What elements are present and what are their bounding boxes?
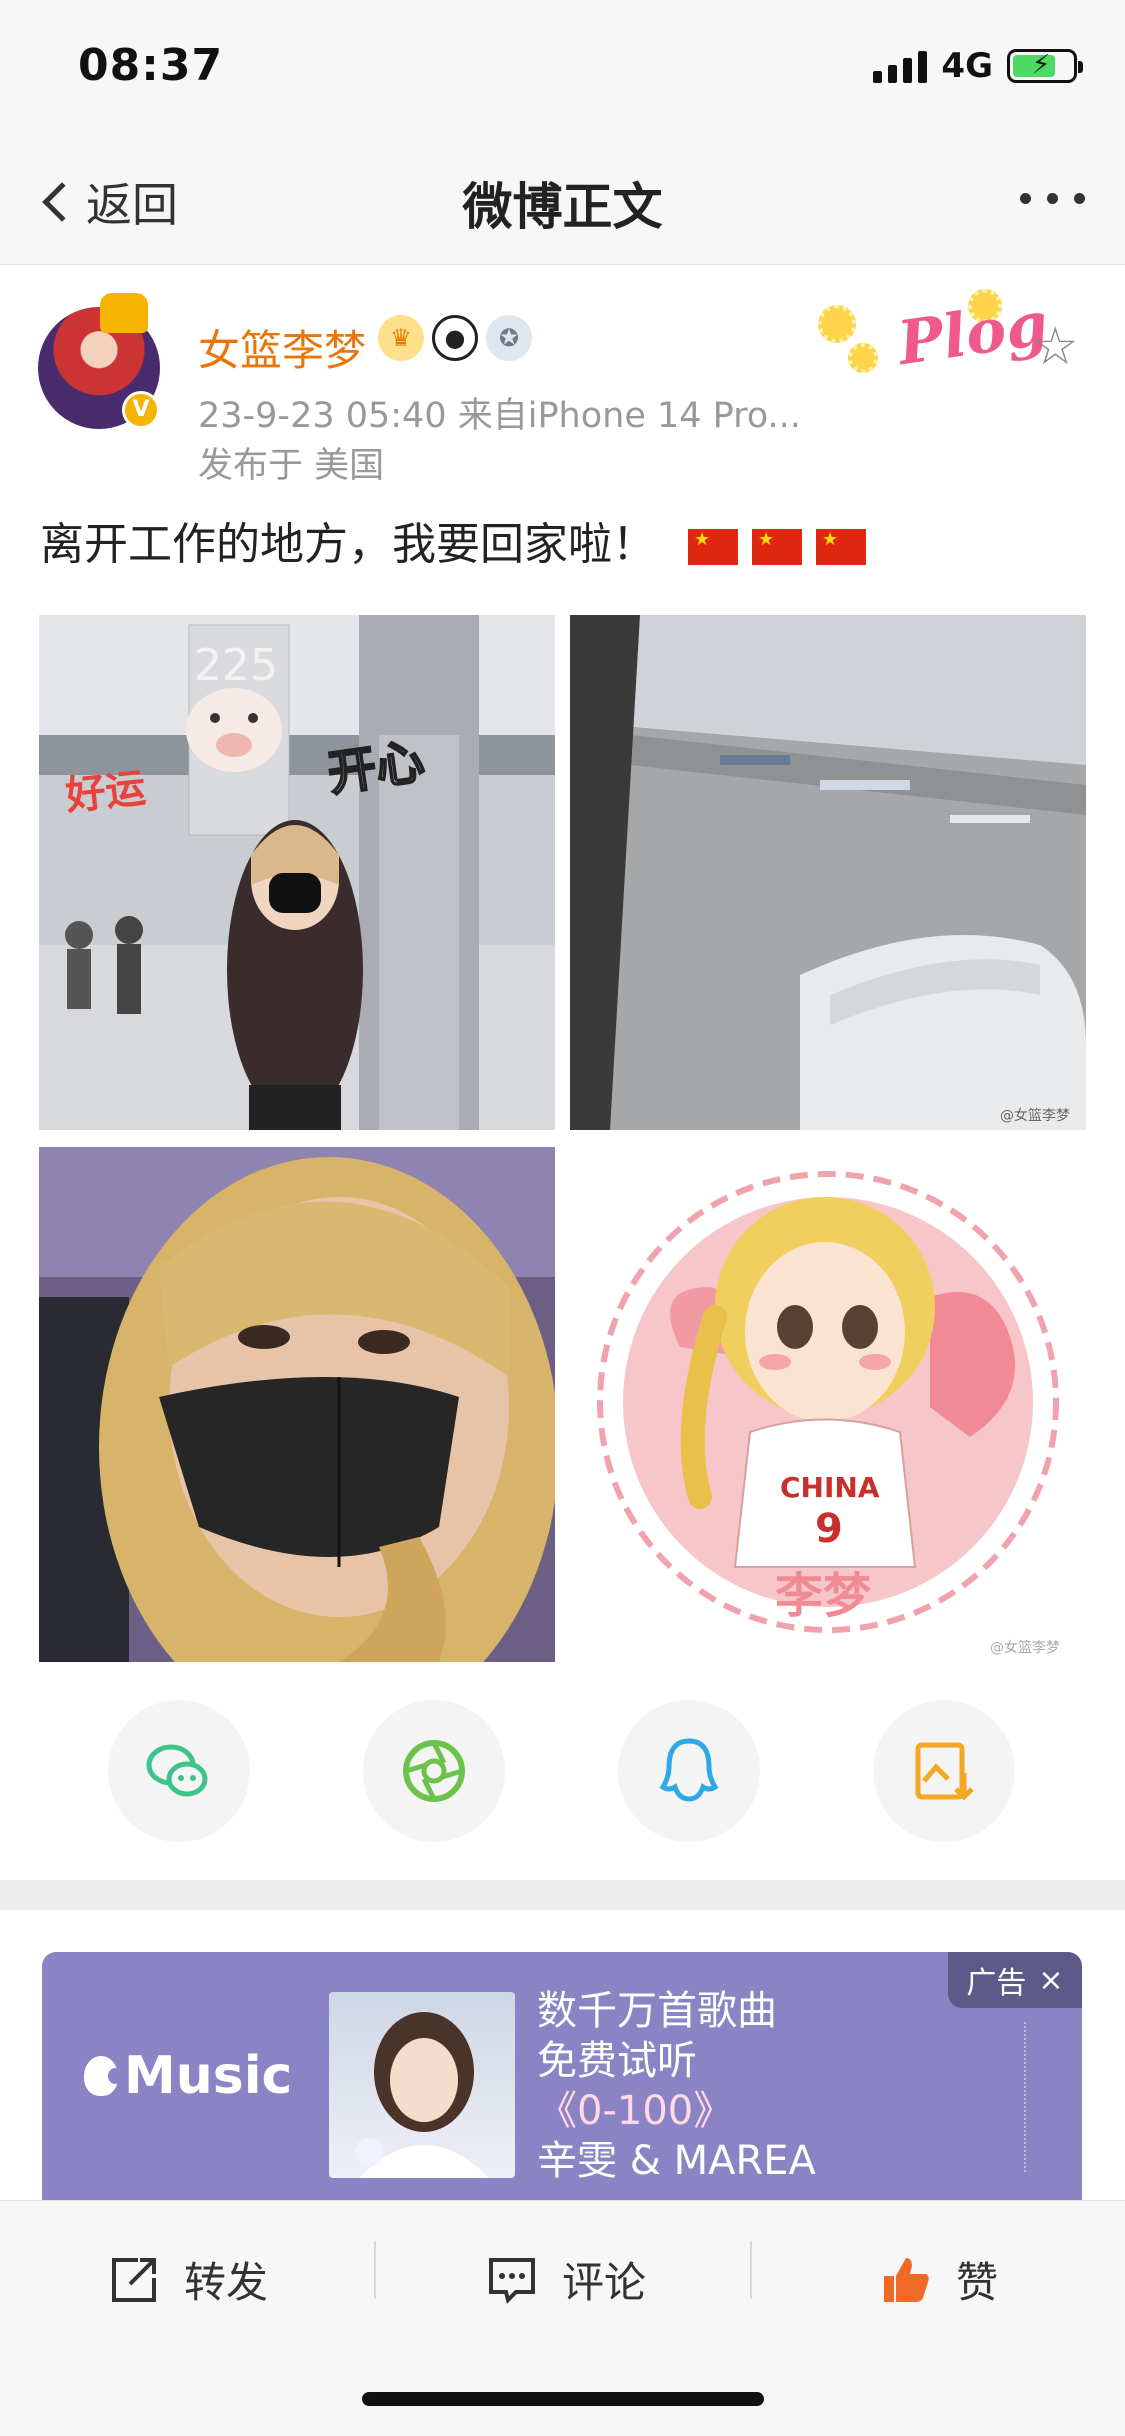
ad-banner[interactable]: Music 数千万首歌曲 免费试听 《0-100》 辛雯 & MAREA 广告 …: [42, 1952, 1082, 2200]
comment-button[interactable]: 评论: [486, 2249, 646, 2310]
ad-line-1: 数千万首歌曲: [537, 1988, 777, 2034]
more-dot-icon: [1074, 193, 1085, 204]
section-divider: [0, 1880, 1125, 1910]
china-flag-emojis: [688, 529, 866, 565]
action-separator: [750, 2241, 752, 2299]
jersey-number: 9: [815, 1506, 843, 1552]
post-location: 发布于 美国: [198, 446, 385, 486]
user-badges: ♛ ● ✪: [378, 315, 532, 361]
name-sticker-text: 李梦: [775, 1568, 871, 1624]
verified-badge-icon: V: [122, 391, 160, 429]
apple-icon: [84, 2056, 122, 2096]
like-label: 赞: [956, 2258, 999, 2307]
ad-brand: Music: [124, 2046, 293, 2106]
ad-song: 《0-100》: [537, 2088, 734, 2134]
page-title: 微博正文: [462, 178, 663, 236]
avatar-frame-icon: [100, 293, 148, 333]
post-photo-3[interactable]: [39, 1147, 555, 1662]
favorite-star-icon[interactable]: ☆: [1032, 317, 1079, 377]
post-time-source: 23-9-23 05:40 来自iPhone 14 Pro...: [198, 396, 801, 436]
good-luck-sticker: 好运: [62, 765, 147, 819]
jersey-text: CHINA: [780, 1471, 880, 1504]
china-flag-icon: [688, 529, 738, 565]
save-image-icon: [915, 1742, 974, 1801]
repost-label: 转发: [184, 2258, 269, 2307]
moments-icon: [403, 1740, 465, 1802]
photo-watermark: @女篮李梦: [1000, 1107, 1070, 1124]
ad-artist: 辛雯 & MAREA: [537, 2138, 816, 2184]
photo-watermark: @女篮李梦: [990, 1639, 1060, 1656]
nav-bar: 返回 微博正文: [0, 135, 1125, 265]
post-text: 离开工作的地方，我要回家啦！: [40, 508, 866, 572]
repost-button[interactable]: 转发: [108, 2249, 268, 2310]
medal-badge-icon[interactable]: ✪: [486, 315, 532, 361]
panda-badge-icon[interactable]: ●: [432, 315, 478, 361]
ad-artist-image: [329, 1992, 515, 2178]
like-button[interactable]: 赞: [880, 2249, 998, 2310]
repost-icon: [112, 2257, 156, 2302]
action-separator: [374, 2241, 376, 2299]
signal-icon: [873, 49, 928, 83]
comment-icon: [489, 2257, 535, 2304]
network-label: 4G: [941, 46, 993, 86]
post-photo-1[interactable]: 225 好运 开心: [39, 615, 555, 1130]
thumbs-up-icon: [884, 2257, 929, 2302]
ad-section: Music 数千万首歌曲 免费试听 《0-100》 辛雯 & MAREA 广告 …: [0, 1910, 1125, 2200]
save-image-button[interactable]: [873, 1700, 1015, 1842]
more-button[interactable]: [1020, 193, 1085, 204]
ad-close-button[interactable]: 广告 ×: [948, 1952, 1082, 2008]
more-dot-icon: [1047, 193, 1058, 204]
plog-text: Plog: [893, 288, 1053, 380]
status-icons: 4G ⚡: [873, 46, 1083, 86]
post-body: 离开工作的地方，我要回家啦！: [40, 519, 656, 570]
status-bar: 08:37 4G ⚡: [0, 0, 1125, 135]
battery-icon: ⚡: [1007, 49, 1083, 83]
china-flag-icon: [816, 529, 866, 565]
wechat-icon: [146, 1744, 208, 1797]
username[interactable]: 女篮李梦: [198, 317, 366, 378]
share-wechat-button[interactable]: [108, 1700, 250, 1842]
share-qq-button[interactable]: [618, 1700, 760, 1842]
qq-icon: [659, 1738, 719, 1802]
apple-music-logo: Music: [84, 2046, 292, 2106]
crown-badge-icon[interactable]: ♛: [378, 315, 424, 361]
plog-sticker: Plog: [818, 285, 1052, 395]
ad-tag-label: 广告: [966, 1966, 1027, 2001]
ad-copy: 数千万首歌曲 免费试听 《0-100》 辛雯 & MAREA: [537, 1986, 816, 2186]
post-photo-2[interactable]: @女篮李梦: [570, 615, 1086, 1130]
share-moments-button[interactable]: [363, 1700, 505, 1842]
ad-line-2: 免费试听: [537, 2038, 697, 2084]
post-card: V 女篮李梦 ♛ ● ✪ 23-9-23 05:40 来自iPhone 14 P…: [0, 265, 1125, 1880]
gate-number-text: 225: [194, 640, 278, 691]
home-indicator: [362, 2392, 764, 2406]
china-flag-icon: [752, 529, 802, 565]
ad-fineprint: [1024, 2022, 1064, 2172]
status-time: 08:37: [78, 40, 224, 91]
share-row: [0, 1700, 1125, 1842]
comment-label: 评论: [562, 2258, 647, 2307]
post-photo-4[interactable]: CHINA 9 李梦 @女篮李梦: [570, 1147, 1086, 1662]
more-dot-icon: [1020, 193, 1031, 204]
close-icon: ×: [1038, 1962, 1064, 1998]
